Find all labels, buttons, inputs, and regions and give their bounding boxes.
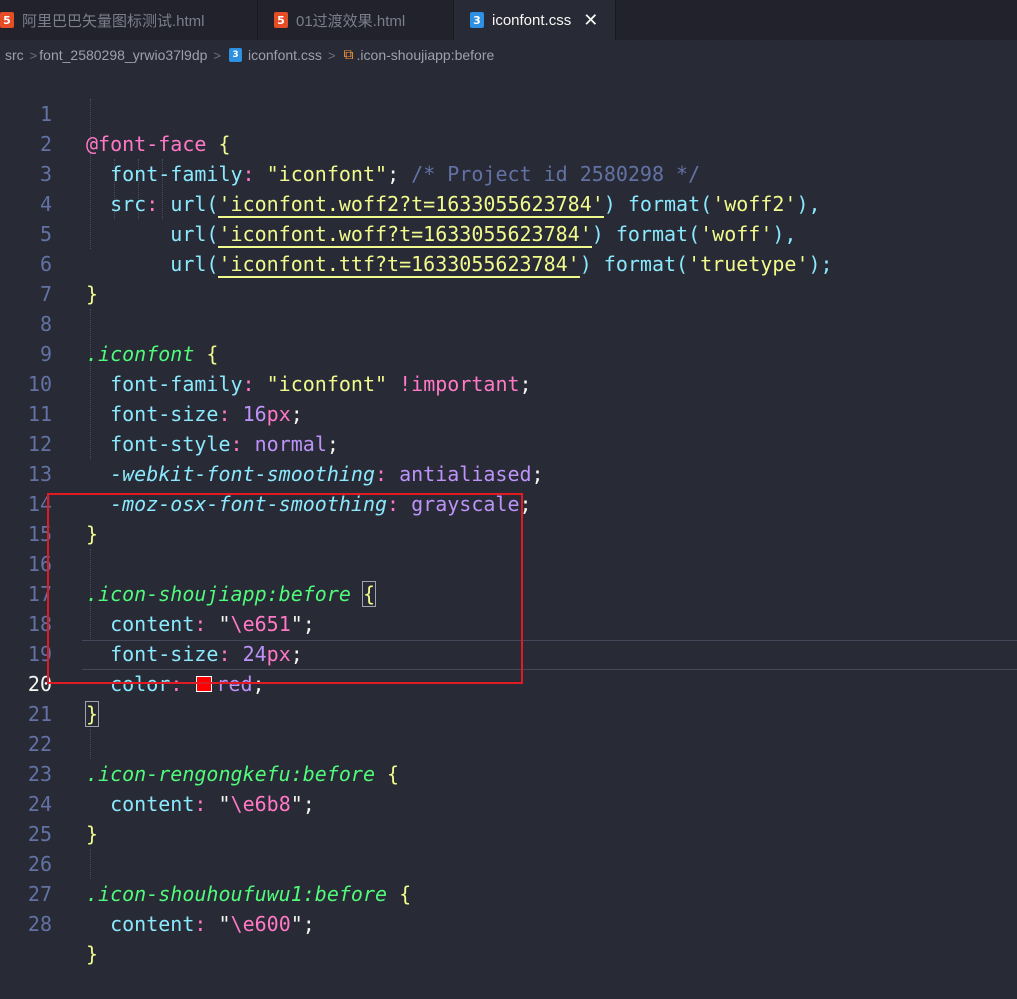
- close-icon[interactable]: ✕: [583, 10, 598, 31]
- code-line: 7: [0, 249, 1017, 306]
- brace: }: [86, 942, 99, 966]
- code-line: 9 font-family: "iconfont" !important;: [0, 309, 1017, 396]
- code-line: 24 }: [0, 759, 1017, 846]
- code-line: 14 }: [0, 459, 1017, 546]
- code-line: 23 content: "\e6b8";: [0, 729, 1017, 816]
- breadcrumb-src[interactable]: src: [0, 47, 24, 63]
- code-line: 25: [0, 789, 1017, 846]
- tab-iconfont-css[interactable]: 3 iconfont.css ✕: [454, 0, 616, 40]
- editor-tab-bar: 5 阿里巴巴矢量图标测试.html 5 01过渡效果.html 3 iconfo…: [0, 0, 1017, 40]
- breadcrumb: src > font_2580298_yrwio37l9dp > 3 iconf…: [0, 40, 1017, 70]
- code-line: 4 url('iconfont.woff?t=1633055623784') f…: [0, 159, 1017, 248]
- code-line: 2 font-family: "iconfont"; /* Project id…: [0, 99, 1017, 186]
- tab-label: iconfont.css: [492, 11, 572, 29]
- code-line: 3 src: url('iconfont.woff2?t=16330556237…: [0, 129, 1017, 218]
- code-line: 26 .icon-shouhoufuwu1:before {: [0, 819, 1017, 906]
- code-line: 6 }: [0, 219, 1017, 306]
- tab-alibaba-icon-test-html[interactable]: 5 阿里巴巴矢量图标测试.html: [0, 0, 258, 40]
- tab-label: 01过渡效果.html: [296, 12, 406, 30]
- code-line: 27 content: "\e600";: [0, 849, 1017, 936]
- code-line: 13 -moz-osx-font-smoothing: grayscale;: [0, 429, 1017, 516]
- tab-label: 阿里巴巴矢量图标测试.html: [22, 12, 205, 30]
- selector-symbol-icon: ⧉: [343, 47, 354, 63]
- chevron-right-icon: >: [213, 47, 221, 63]
- css3-file-icon: 3: [470, 12, 484, 28]
- code-line: 28 }: [0, 879, 1017, 966]
- colon: :: [194, 912, 207, 936]
- line-number: 28: [27, 912, 52, 936]
- code-editor[interactable]: 1 @font-face { 2 font-family: "iconfont"…: [0, 69, 1017, 966]
- code-line: 12 -webkit-font-smoothing: antialiased;: [0, 399, 1017, 486]
- css3-file-icon: 3: [229, 48, 242, 62]
- annotation-highlight-box: [47, 493, 523, 684]
- html5-file-icon: 5: [274, 12, 288, 28]
- chevron-right-icon: >: [29, 47, 38, 63]
- code-line: 5 url('iconfont.ttf?t=1633055623784') fo…: [0, 189, 1017, 278]
- code-line: 1 @font-face {: [0, 69, 1017, 156]
- escape-sequence: \e600: [230, 912, 291, 936]
- breadcrumb-folder[interactable]: font_2580298_yrwio37l9dp: [39, 47, 207, 63]
- code-line: 11 font-style: normal;: [0, 369, 1017, 456]
- code-line: 22 .icon-rengongkefu:before {: [0, 699, 1017, 786]
- html5-file-icon: 5: [0, 12, 14, 28]
- semicolon: ;: [302, 912, 315, 936]
- quote: ": [218, 912, 231, 936]
- code-line: 10 font-size: 16px;: [0, 339, 1017, 426]
- chevron-right-icon: >: [327, 47, 336, 63]
- breadcrumb-symbol[interactable]: .icon-shoujiapp:before: [357, 47, 495, 63]
- tab-transition-effect-html[interactable]: 5 01过渡效果.html: [258, 0, 454, 40]
- property: content: [110, 912, 195, 936]
- code-line: 8 .iconfont {: [0, 279, 1017, 366]
- breadcrumb-file[interactable]: iconfont.css: [248, 47, 322, 63]
- quote: ": [290, 912, 303, 936]
